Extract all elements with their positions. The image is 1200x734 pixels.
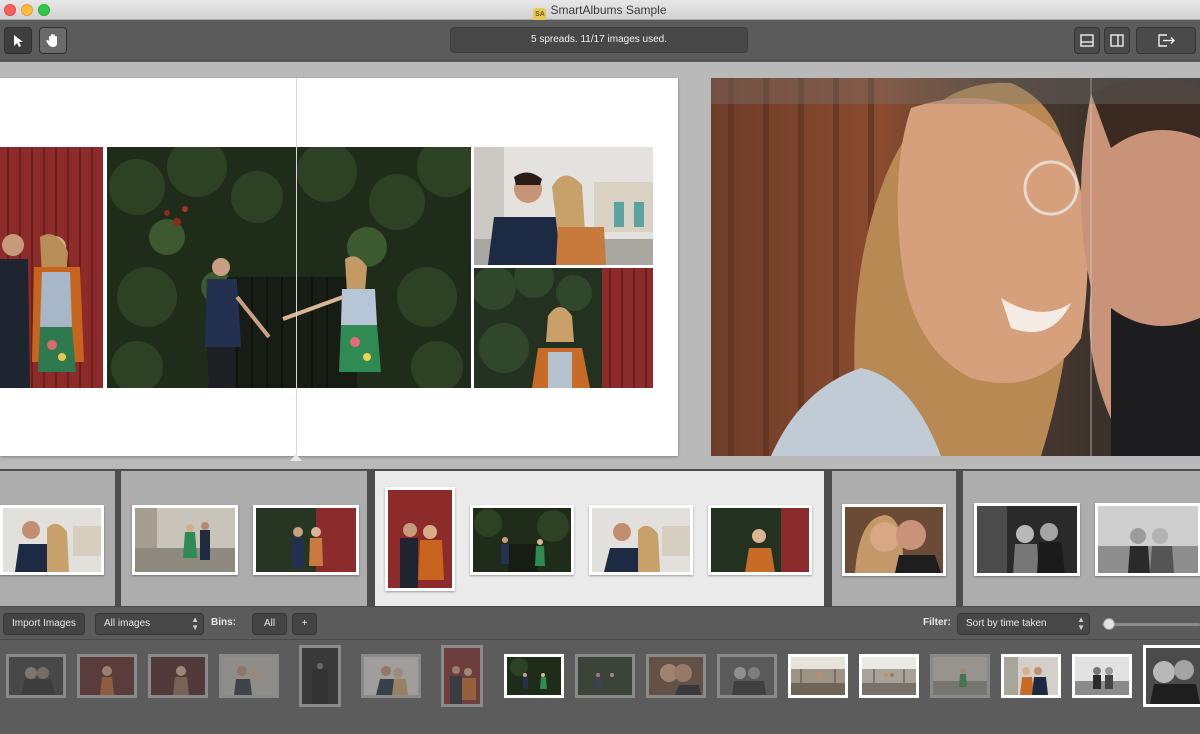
sort-select[interactable]: Sort by time taken ▲ ▼: [957, 613, 1090, 635]
pan-tool-button[interactable]: [39, 27, 67, 54]
filter-label: Filter:: [923, 617, 951, 628]
spread-spine-line: [296, 78, 297, 456]
thumb-size-slider-knob[interactable]: [1103, 618, 1115, 630]
window-title: SmartAlbums Sample: [550, 3, 667, 17]
single-view-icon: [1080, 34, 1094, 47]
preview-overlay-bar: [711, 78, 1200, 104]
hand-icon: [46, 34, 57, 47]
bin-image[interactable]: [646, 654, 706, 698]
bin-image[interactable]: [361, 654, 421, 698]
spread-thumb-2[interactable]: [121, 471, 367, 606]
bin-image-used[interactable]: [1143, 645, 1200, 707]
spread-thumb-image: [253, 505, 359, 575]
spread-thumb-image: [0, 505, 104, 575]
spread-thumb-image: [708, 505, 812, 575]
bin-image[interactable]: [575, 654, 635, 698]
spread-thumb-image: [385, 487, 455, 591]
single-view-button[interactable]: [1074, 27, 1100, 54]
album-canvas[interactable]: [0, 62, 1200, 469]
image-source-select-value: All images: [104, 618, 151, 629]
bin-image[interactable]: [717, 654, 777, 698]
window-title-wrap: SA SmartAlbums Sample: [0, 3, 1200, 21]
toolbar: 5 spreads. 11/17 images used.: [0, 20, 1200, 61]
split-view-button[interactable]: [1104, 27, 1130, 54]
spread-thumb-image: [1095, 503, 1200, 576]
image-source-select[interactable]: All images ▲ ▼: [95, 613, 204, 635]
app-window: SA SmartAlbums Sample 5 spreads. 11/17 im…: [0, 0, 1200, 734]
sort-select-value: Sort by time taken: [966, 618, 1047, 629]
bin-image[interactable]: [299, 645, 341, 707]
import-images-button[interactable]: Import Images: [3, 613, 85, 635]
bin-image-used[interactable]: [1001, 654, 1061, 698]
bin-image-used[interactable]: [1072, 654, 1132, 698]
add-bin-button[interactable]: +: [292, 613, 317, 635]
title-bar: SA SmartAlbums Sample: [0, 0, 1200, 21]
bin-image-used[interactable]: [788, 654, 848, 698]
bin-image[interactable]: [441, 645, 483, 707]
export-icon: [1158, 34, 1175, 47]
bin-image[interactable]: [930, 654, 990, 698]
spine-marker: [290, 454, 302, 461]
bin-image[interactable]: [219, 654, 279, 698]
select-arrows-icon: ▲ ▼: [191, 615, 199, 632]
spread-thumb-image: [470, 505, 574, 575]
spread-photo-couple-street[interactable]: [474, 147, 653, 265]
bin-image-used[interactable]: [504, 654, 564, 698]
spread-thumb-image: [132, 505, 238, 575]
spread-thumb-3-selected[interactable]: [375, 471, 824, 606]
select-tool-button[interactable]: [4, 27, 32, 54]
bin-controls-bar: Import Images All images ▲ ▼ Bins: All + …: [0, 606, 1200, 640]
spread-thumb-image: [974, 503, 1080, 576]
arrow-cursor-icon: [14, 35, 23, 47]
photo-preview-panel[interactable]: [711, 78, 1200, 456]
spread-photo-couple-red-wall[interactable]: [0, 147, 103, 388]
spread-thumb-4[interactable]: [832, 471, 956, 606]
spread-thumb-5[interactable]: [963, 471, 1200, 606]
split-view-icon: [1110, 34, 1124, 47]
bin-all-button[interactable]: All: [252, 613, 287, 635]
image-bin: [0, 641, 1200, 734]
spread-thumb-1[interactable]: [0, 471, 115, 606]
bins-label: Bins:: [211, 617, 236, 628]
spread-photo-couple-hedge[interactable]: [107, 147, 471, 388]
album-spread[interactable]: [0, 78, 678, 456]
spread-photo-woman-orange[interactable]: [474, 268, 653, 388]
spreads-strip: [0, 469, 1200, 606]
bin-image[interactable]: [77, 654, 137, 698]
bin-image[interactable]: [148, 654, 208, 698]
spread-thumb-image: [842, 504, 946, 576]
spread-thumb-image: [589, 505, 693, 575]
bin-image[interactable]: [6, 654, 66, 698]
select-arrows-icon: ▲ ▼: [1077, 615, 1085, 632]
export-button[interactable]: [1136, 27, 1196, 54]
status-readout: 5 spreads. 11/17 images used.: [450, 27, 748, 53]
bin-image-used[interactable]: [859, 654, 919, 698]
thumb-size-slider-track[interactable]: [1102, 623, 1200, 626]
